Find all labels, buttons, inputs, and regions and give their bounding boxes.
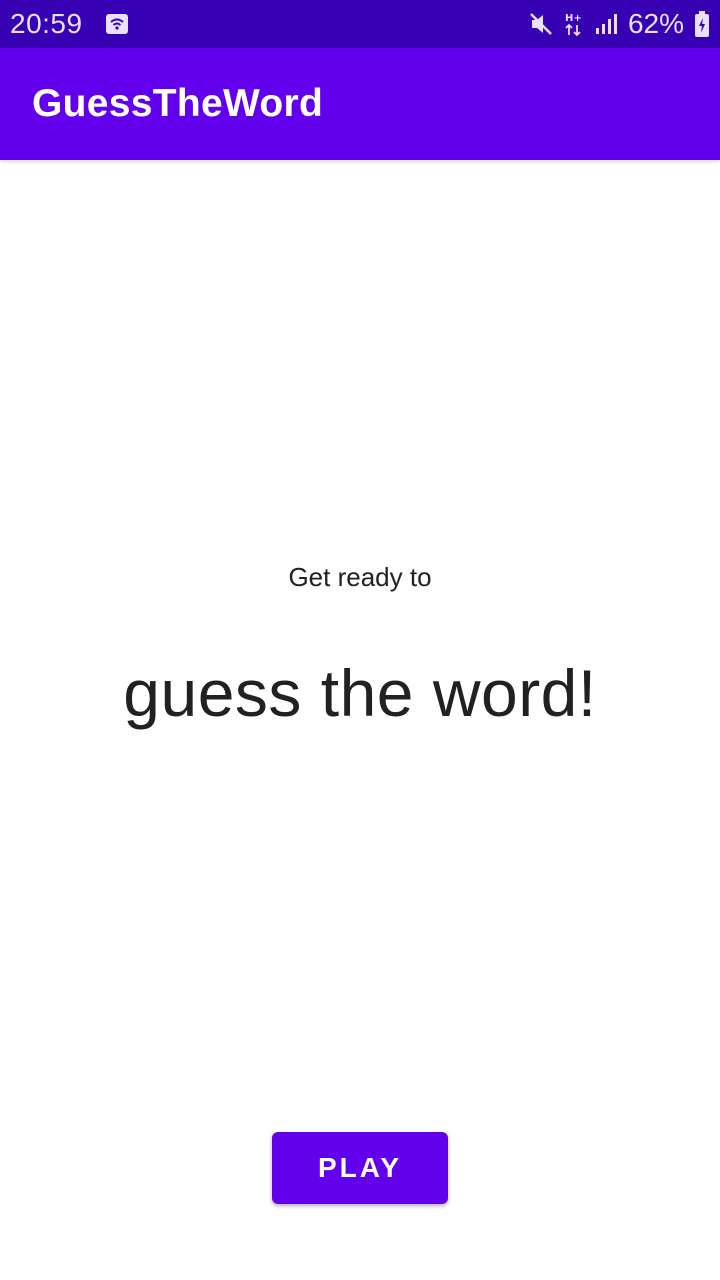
network-hplus-icon: H+ [564, 11, 584, 37]
mute-icon [528, 11, 554, 37]
status-time: 20:59 [10, 8, 83, 39]
game-title-text: guess the word! [123, 656, 597, 730]
battery-icon [694, 10, 710, 38]
status-bar: 20:59 H+ 62% [0, 0, 720, 48]
app-title: GuessTheWord [32, 82, 324, 125]
app-screen: 20:59 H+ 62% GuessTheWord Get ready to g… [0, 0, 720, 1280]
intro-text: Get ready to [288, 562, 432, 592]
app-bar: GuessTheWord [0, 48, 720, 160]
status-icons: H+ 62% [528, 8, 710, 40]
signal-icon [594, 12, 618, 36]
svg-text:H+: H+ [565, 13, 582, 24]
screen-cast-icon [105, 12, 129, 36]
battery-percent: 62% [627, 8, 684, 39]
play-button[interactable]: PLAY [272, 1132, 448, 1204]
